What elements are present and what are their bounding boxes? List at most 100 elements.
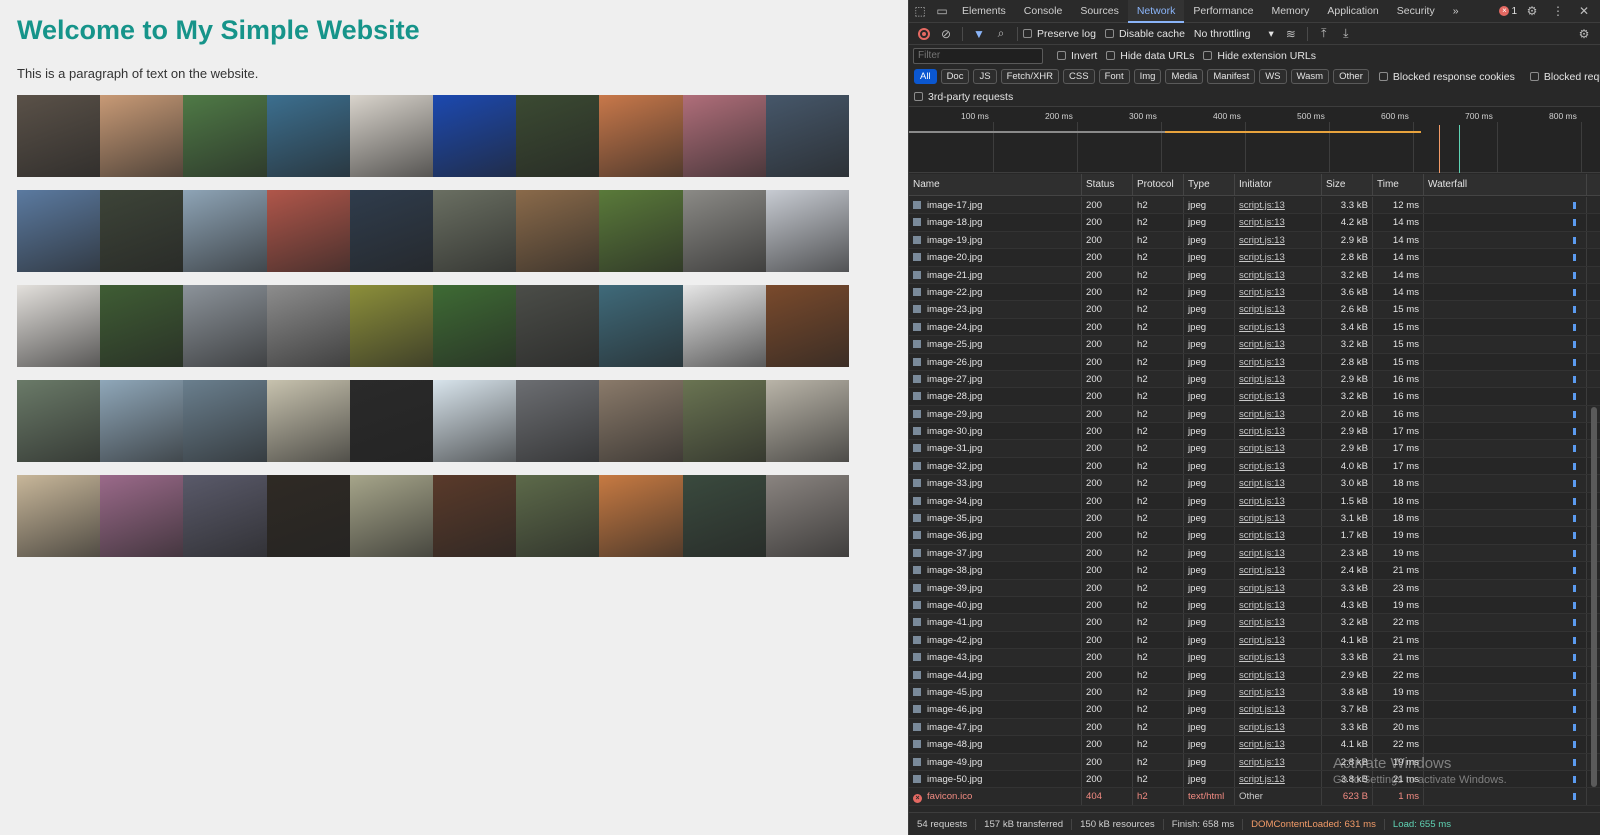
cell-initiator[interactable]: script.js:13 bbox=[1235, 770, 1322, 788]
request-row[interactable]: image-50.jpg 200 h2 jpeg script.js:13 3.8 kB 2… bbox=[909, 770, 1600, 789]
request-row[interactable]: image-26.jpg 200 h2 jpeg script.js:13 2.8 kB 1… bbox=[909, 353, 1600, 371]
network-overview-timeline[interactable]: 100 ms 200 ms 300 ms 400 ms 500 ms 600 ms 700 … bbox=[909, 107, 1600, 173]
close-icon[interactable]: ✕ bbox=[1573, 0, 1595, 22]
tab-application[interactable]: Application bbox=[1318, 0, 1387, 23]
request-row[interactable]: image-17.jpg 200 h2 jpeg script.js:13 3.3 kB 1… bbox=[909, 197, 1600, 215]
cell-initiator[interactable]: script.js:13 bbox=[1235, 649, 1322, 666]
filter-chip-all[interactable]: All bbox=[914, 69, 937, 84]
tab-sources[interactable]: Sources bbox=[1071, 0, 1128, 23]
filter-chip-media[interactable]: Media bbox=[1165, 69, 1204, 84]
network-conditions-icon[interactable]: ≋ bbox=[1280, 23, 1302, 45]
column-header-type[interactable]: Type bbox=[1184, 174, 1235, 196]
cell-initiator[interactable]: script.js:13 bbox=[1235, 353, 1322, 370]
search-icon[interactable]: ⌕ bbox=[990, 23, 1012, 45]
request-row[interactable]: image-33.jpg 200 h2 jpeg script.js:13 3.0 kB 1… bbox=[909, 475, 1600, 493]
cell-initiator[interactable]: script.js:13 bbox=[1235, 266, 1322, 283]
request-row[interactable]: image-34.jpg 200 h2 jpeg script.js:13 1.5 kB 1… bbox=[909, 492, 1600, 511]
hide-extension-urls-checkbox[interactable]: Hide extension URLs bbox=[1203, 50, 1316, 62]
column-header-protocol[interactable]: Protocol bbox=[1133, 174, 1184, 196]
filter-chip-manifest[interactable]: Manifest bbox=[1207, 69, 1256, 84]
column-header-size[interactable]: Size bbox=[1322, 174, 1373, 196]
blocked-response-cookies-checkbox[interactable]: Blocked response cookies bbox=[1378, 71, 1515, 83]
column-header-initiator[interactable]: Initiator bbox=[1235, 174, 1322, 196]
request-row[interactable]: image-47.jpg 200 h2 jpeg script.js:13 3.3 kB 2… bbox=[909, 718, 1600, 737]
request-row[interactable]: image-29.jpg 200 h2 jpeg script.js:13 2.0 kB 1… bbox=[909, 405, 1600, 424]
tab-network[interactable]: Network bbox=[1127, 0, 1185, 23]
cell-initiator[interactable]: script.js:13 bbox=[1235, 753, 1322, 770]
cell-initiator[interactable]: script.js:13 bbox=[1235, 492, 1322, 510]
cell-initiator[interactable]: script.js:13 bbox=[1235, 544, 1322, 562]
cell-initiator[interactable]: script.js:13 bbox=[1235, 614, 1322, 631]
request-row[interactable]: image-22.jpg 200 h2 jpeg script.js:13 3.6 kB 1… bbox=[909, 283, 1600, 302]
cell-initiator[interactable]: script.js:13 bbox=[1235, 318, 1322, 336]
request-row[interactable]: image-21.jpg 200 h2 jpeg script.js:13 3.2 kB 1… bbox=[909, 266, 1600, 284]
request-row[interactable]: image-25.jpg 200 h2 jpeg script.js:13 3.2 kB 1… bbox=[909, 336, 1600, 354]
network-settings-icon[interactable]: ⚙ bbox=[1573, 23, 1595, 45]
import-har-icon[interactable]: ⤒ bbox=[1313, 23, 1335, 45]
request-row[interactable]: image-49.jpg 200 h2 jpeg script.js:13 2.8 kB 1… bbox=[909, 753, 1600, 771]
blocked-requests-checkbox[interactable]: Blocked requests bbox=[1529, 71, 1600, 83]
filter-chip-doc[interactable]: Doc bbox=[940, 69, 970, 84]
export-har-icon[interactable]: ⤓ bbox=[1335, 23, 1357, 45]
request-row[interactable]: image-27.jpg 200 h2 jpeg script.js:13 2.9 kB 1… bbox=[909, 370, 1600, 389]
filter-input[interactable] bbox=[913, 47, 1043, 64]
filter-chip-other[interactable]: Other bbox=[1333, 69, 1369, 84]
cell-initiator[interactable]: script.js:13 bbox=[1235, 405, 1322, 423]
cell-initiator[interactable]: script.js:13 bbox=[1235, 231, 1322, 249]
cell-initiator[interactable]: script.js:13 bbox=[1235, 388, 1322, 405]
cell-initiator[interactable]: script.js:13 bbox=[1235, 283, 1322, 301]
cell-initiator[interactable]: script.js:13 bbox=[1235, 423, 1322, 440]
tab-performance[interactable]: Performance bbox=[1184, 0, 1262, 23]
more-tabs-icon[interactable]: » bbox=[1444, 0, 1468, 23]
request-row[interactable]: image-38.jpg 200 h2 jpeg script.js:13 2.4 kB 2… bbox=[909, 562, 1600, 580]
cell-initiator[interactable]: script.js:13 bbox=[1235, 683, 1322, 701]
request-row[interactable]: image-32.jpg 200 h2 jpeg script.js:13 4.0 kB 1… bbox=[909, 457, 1600, 476]
invert-checkbox[interactable]: Invert bbox=[1057, 50, 1097, 62]
cell-initiator[interactable]: script.js:13 bbox=[1235, 736, 1322, 753]
request-row[interactable]: image-40.jpg 200 h2 jpeg script.js:13 4.3 kB 1… bbox=[909, 596, 1600, 615]
filter-funnel-icon[interactable]: ▼ bbox=[968, 23, 990, 45]
cell-initiator[interactable]: script.js:13 bbox=[1235, 718, 1322, 736]
cell-initiator[interactable]: script.js:13 bbox=[1235, 562, 1322, 579]
request-row[interactable]: image-18.jpg 200 h2 jpeg script.js:13 4.2 kB 1… bbox=[909, 214, 1600, 232]
request-row[interactable]: image-48.jpg 200 h2 jpeg script.js:13 4.1 kB 2… bbox=[909, 736, 1600, 754]
column-header-waterfall[interactable]: Waterfall bbox=[1424, 174, 1587, 196]
cell-initiator[interactable]: script.js:13 bbox=[1235, 701, 1322, 718]
filter-chip-js[interactable]: JS bbox=[973, 69, 997, 84]
request-row[interactable]: image-30.jpg 200 h2 jpeg script.js:13 2.9 kB 1… bbox=[909, 423, 1600, 441]
request-row[interactable]: image-20.jpg 200 h2 jpeg script.js:13 2.8 kB 1… bbox=[909, 249, 1600, 267]
tab-console[interactable]: Console bbox=[1015, 0, 1072, 23]
cell-initiator[interactable]: script.js:13 bbox=[1235, 631, 1322, 649]
filter-chip-fetch-xhr[interactable]: Fetch/XHR bbox=[1000, 69, 1060, 84]
request-row[interactable]: image-43.jpg 200 h2 jpeg script.js:13 3.3 kB 2… bbox=[909, 649, 1600, 667]
cell-initiator[interactable]: script.js:13 bbox=[1235, 370, 1322, 388]
settings-gear-icon[interactable]: ⚙ bbox=[1521, 0, 1543, 22]
table-scrollbar[interactable] bbox=[1590, 197, 1598, 812]
request-row[interactable]: image-42.jpg 200 h2 jpeg script.js:13 4.1 kB 2… bbox=[909, 631, 1600, 650]
request-row[interactable]: image-41.jpg 200 h2 jpeg script.js:13 3.2 kB 2… bbox=[909, 614, 1600, 632]
tab-security[interactable]: Security bbox=[1388, 0, 1444, 23]
kebab-menu-icon[interactable]: ⋮ bbox=[1547, 0, 1569, 22]
throttling-select[interactable]: No throttling ▾ bbox=[1194, 28, 1274, 40]
record-button[interactable] bbox=[918, 27, 930, 40]
cell-initiator[interactable]: script.js:13 bbox=[1235, 666, 1322, 683]
cell-initiator[interactable]: script.js:13 bbox=[1235, 440, 1322, 457]
request-row[interactable]: image-36.jpg 200 h2 jpeg script.js:13 1.7 kB 1… bbox=[909, 527, 1600, 545]
request-row[interactable]: image-28.jpg 200 h2 jpeg script.js:13 3.2 kB 1… bbox=[909, 388, 1600, 406]
preserve-log-checkbox[interactable]: Preserve log bbox=[1023, 28, 1096, 40]
error-count-badge[interactable]: × 1 bbox=[1499, 6, 1517, 17]
cell-initiator[interactable]: script.js:13 bbox=[1235, 527, 1322, 544]
request-row[interactable]: image-44.jpg 200 h2 jpeg script.js:13 2.9 kB 2… bbox=[909, 666, 1600, 684]
request-row[interactable]: image-31.jpg 200 h2 jpeg script.js:13 2.9 kB 1… bbox=[909, 440, 1600, 458]
request-row[interactable]: image-35.jpg 200 h2 jpeg script.js:13 3.1 kB 1… bbox=[909, 510, 1600, 528]
cell-initiator[interactable]: script.js:13 bbox=[1235, 197, 1322, 214]
filter-chip-ws[interactable]: WS bbox=[1259, 69, 1287, 84]
filter-chip-wasm[interactable]: Wasm bbox=[1290, 69, 1330, 84]
column-header-time[interactable]: Time bbox=[1373, 174, 1424, 196]
request-row[interactable]: image-39.jpg 200 h2 jpeg script.js:13 3.3 kB 2… bbox=[909, 579, 1600, 597]
filter-chip-css[interactable]: CSS bbox=[1063, 69, 1095, 84]
cell-initiator[interactable]: script.js:13 bbox=[1235, 510, 1322, 527]
request-row[interactable]: image-46.jpg 200 h2 jpeg script.js:13 3.7 kB 2… bbox=[909, 701, 1600, 719]
column-header-status[interactable]: Status bbox=[1082, 174, 1133, 196]
request-row[interactable]: image-23.jpg 200 h2 jpeg script.js:13 2.6 kB 1… bbox=[909, 301, 1600, 319]
